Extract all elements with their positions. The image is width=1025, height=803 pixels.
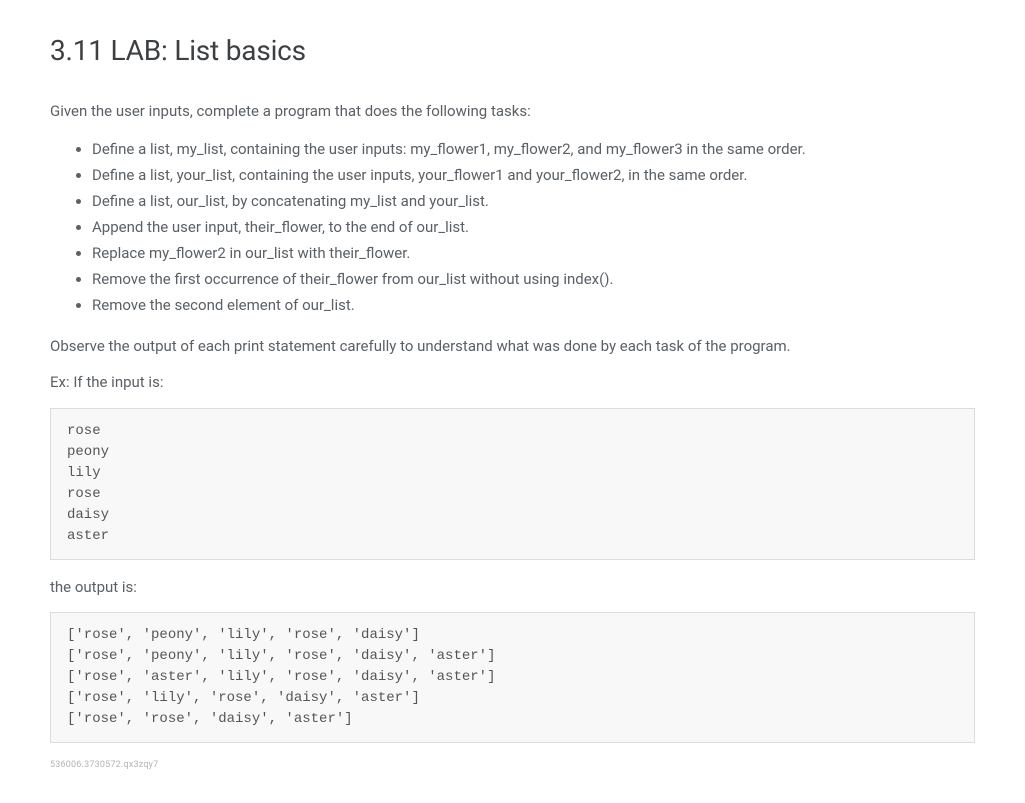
task-item: Remove the second element of our_list. — [92, 293, 975, 317]
task-item: Define a list, our_list, by concatenatin… — [92, 189, 975, 213]
task-item: Define a list, your_list, containing the… — [92, 163, 975, 187]
task-item: Remove the first occurrence of their_flo… — [92, 267, 975, 291]
task-list: Define a list, my_list, containing the u… — [50, 137, 975, 317]
intro-paragraph: Given the user inputs, complete a progra… — [50, 100, 975, 123]
example-input-block: rose peony lily rose daisy aster — [50, 408, 975, 560]
task-item: Append the user input, their_flower, to … — [92, 215, 975, 239]
footer-identifier: 536006.3730572.qx3zqy7 — [50, 759, 975, 773]
example-output-block: ['rose', 'peony', 'lily', 'rose', 'daisy… — [50, 612, 975, 743]
example-input-label: Ex: If the input is: — [50, 371, 975, 394]
task-item: Replace my_flower2 in our_list with thei… — [92, 241, 975, 265]
page-title: 3.11 LAB: List basics — [50, 30, 975, 72]
task-item: Define a list, my_list, containing the u… — [92, 137, 975, 161]
example-output-label: the output is: — [50, 576, 975, 599]
observe-paragraph: Observe the output of each print stateme… — [50, 335, 975, 358]
